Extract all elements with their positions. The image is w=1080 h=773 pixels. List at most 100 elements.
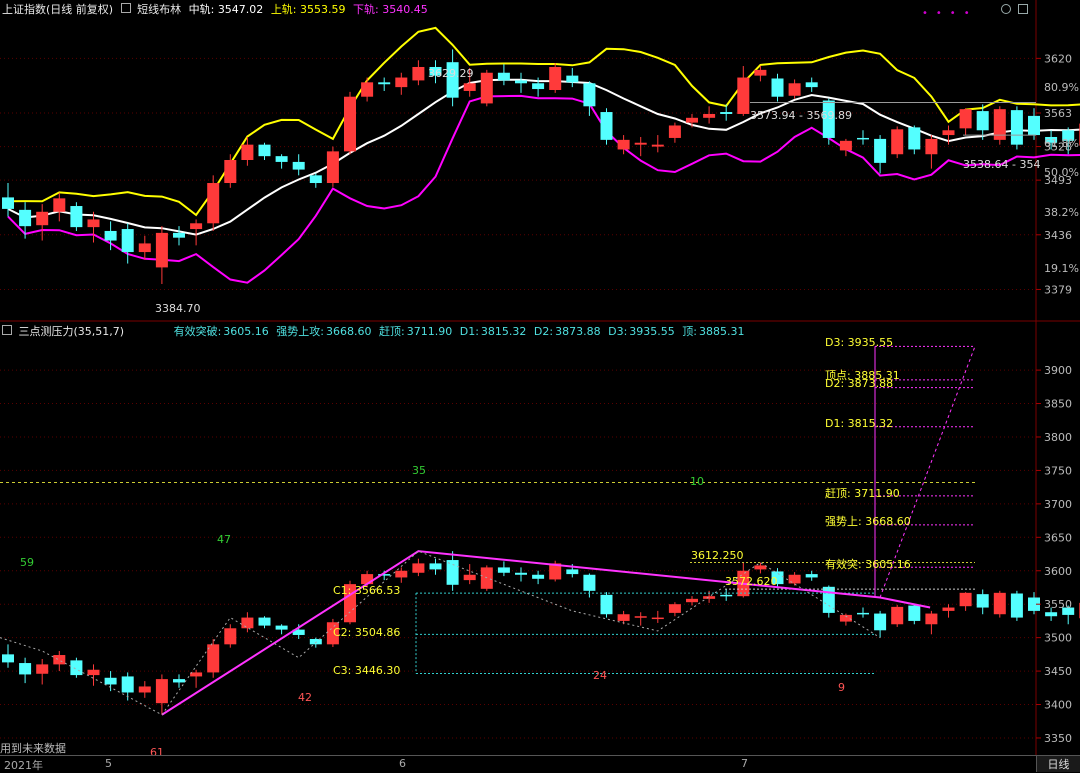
lower-label: 下轨: xyxy=(353,3,379,16)
indicator-name[interactable]: 短线布林 xyxy=(137,3,181,16)
sub-candle xyxy=(600,594,613,615)
top-candle xyxy=(326,151,339,184)
top-candle xyxy=(515,80,527,84)
yxtp-label: 有效突: 3605.16 xyxy=(825,557,911,571)
sub-axis-label: 3900 xyxy=(1044,364,1072,377)
sub-candle xyxy=(1010,593,1023,618)
sub-candle xyxy=(908,605,921,621)
kline-chart[interactable]: 36203563352834933436337980.9%61.8%50.0%3… xyxy=(0,0,1080,772)
top-candle xyxy=(549,66,562,90)
top-candle xyxy=(480,72,493,104)
sub-candle xyxy=(104,677,117,685)
sub-candle xyxy=(241,617,254,629)
top-candle xyxy=(361,82,374,97)
top-candle xyxy=(463,83,476,91)
sub-indicator-name[interactable]: 三点测压力(35,51,7) xyxy=(19,325,125,338)
top-candle xyxy=(771,78,784,97)
fib-label: 50.0% xyxy=(1044,166,1079,179)
top-candle xyxy=(19,209,32,227)
sub-candle xyxy=(173,679,185,683)
chart-title: 上证指数(日线 前复权) xyxy=(2,3,114,16)
top-candle xyxy=(412,66,425,81)
sub-candle xyxy=(891,606,904,625)
top-candle xyxy=(925,138,938,155)
top-candle xyxy=(566,75,579,83)
num-9: 9 xyxy=(838,681,845,694)
sub-axis-label: 3650 xyxy=(1044,531,1072,544)
sub-candle xyxy=(155,679,168,704)
d3-label: D3: 3935.55 xyxy=(825,336,893,349)
date-label-jul: 7 xyxy=(741,757,748,770)
gd-label: 赶顶: 3711.90 xyxy=(825,486,900,500)
sub-candle xyxy=(566,569,579,575)
sub-item-6-label: 顶: xyxy=(682,325,698,338)
sub-candle xyxy=(446,560,459,585)
top-candle xyxy=(207,183,220,224)
top-candle xyxy=(908,127,921,150)
top-candle xyxy=(53,198,66,212)
top-candle xyxy=(703,113,716,118)
p2-label: 3572.620 xyxy=(725,575,778,588)
sub-candle xyxy=(53,655,66,665)
top-candle xyxy=(138,243,151,253)
sub-candle xyxy=(822,586,835,613)
sub-candle xyxy=(583,574,596,591)
fib-label: 38.2% xyxy=(1044,206,1079,219)
sub-item-3-label: D1: xyxy=(459,325,479,338)
sub-candle xyxy=(412,563,425,573)
top-candle xyxy=(2,197,14,209)
top-candle xyxy=(839,140,852,151)
sub-candle xyxy=(805,574,818,578)
top-candle xyxy=(395,77,408,88)
num-10: 10 xyxy=(690,475,704,488)
top-candle xyxy=(497,72,510,81)
sub-candle xyxy=(515,572,527,575)
fib-label: 61.8% xyxy=(1044,137,1079,150)
sub-candle xyxy=(463,574,476,581)
num-59: 59 xyxy=(20,556,34,569)
mid-value: 3547.02 xyxy=(217,3,264,16)
sub-candle xyxy=(395,570,408,578)
top-candle xyxy=(634,142,647,145)
sub-axis-label: 3550 xyxy=(1044,598,1072,611)
upper-value: 3553.59 xyxy=(300,3,346,16)
date-axis: 2021年 5 6 7 xyxy=(0,755,1036,773)
top-candle xyxy=(788,83,801,96)
sub-indicator-toggle-icon[interactable] xyxy=(2,325,12,335)
sub-candle xyxy=(190,672,203,677)
top-candle xyxy=(720,112,733,114)
top-candle xyxy=(70,206,83,228)
sub-candle xyxy=(634,616,647,618)
sub-item-1-value: 3668.60 xyxy=(326,325,372,338)
sub-candle xyxy=(275,625,288,630)
top-candle xyxy=(857,137,869,140)
dots-icon: •••• xyxy=(922,8,978,19)
top-axis-label: 3620 xyxy=(1044,52,1072,65)
period-button[interactable]: 日线 xyxy=(1036,755,1080,772)
sub-candle xyxy=(258,617,271,626)
top-header: 上证指数(日线 前复权) 短线布林 中轨: 3547.02 上轨: 3553.5… xyxy=(2,1,432,19)
maximize-icon[interactable] xyxy=(1018,4,1028,14)
sub-candle xyxy=(532,574,545,579)
sub-axis-label: 3750 xyxy=(1044,464,1072,477)
p1-label: 3612.250 xyxy=(691,549,744,562)
sub-candle xyxy=(617,614,630,621)
sub-item-5-value: 3935.55 xyxy=(629,325,675,338)
top-candle xyxy=(309,175,322,184)
top-candle xyxy=(275,156,288,162)
sub-candle xyxy=(497,567,510,573)
mid-label: 中轨: xyxy=(188,3,215,16)
sub-item-5-label: D3: xyxy=(608,325,628,338)
sub-axis-label: 3500 xyxy=(1044,632,1072,645)
sub-candle xyxy=(788,574,801,584)
fib-label: 19.1% xyxy=(1044,262,1079,275)
indicator-toggle-icon[interactable] xyxy=(120,3,131,13)
high-annotation: 3629.29 xyxy=(428,67,474,80)
range-annotation-2: 3538.64 - 354 xyxy=(963,158,1040,171)
c1-label: C1: 3566.53 xyxy=(333,584,400,597)
top-candle xyxy=(155,232,168,268)
sub-candle xyxy=(2,654,14,663)
restore-icon[interactable] xyxy=(1001,4,1011,14)
sub-candle xyxy=(87,669,100,676)
c3-label: C3: 3446.30 xyxy=(333,664,400,677)
